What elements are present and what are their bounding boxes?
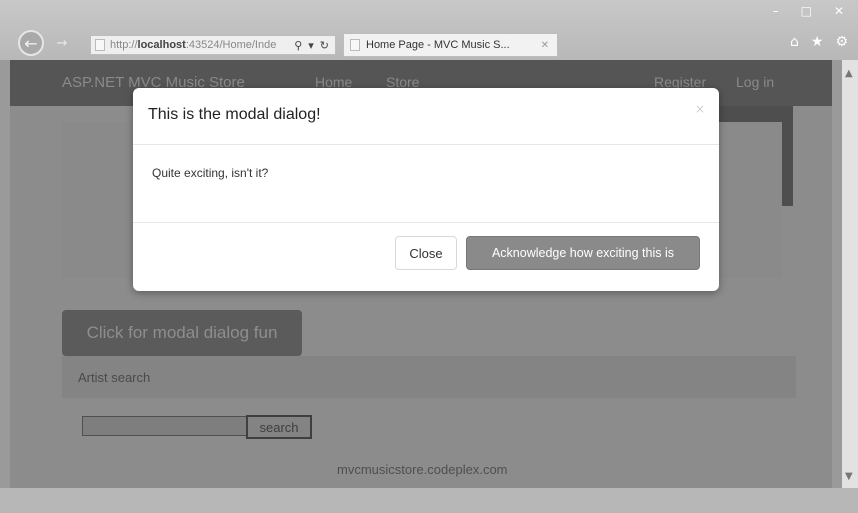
page-icon (95, 39, 105, 51)
search-button[interactable]: search (246, 415, 312, 439)
refresh-icon[interactable]: ↻ (320, 39, 329, 52)
page-icon (350, 39, 360, 51)
artist-search-input[interactable] (82, 416, 250, 436)
home-icon[interactable]: ⌂ (790, 34, 799, 50)
tab-title: Home Page - MVC Music S... (366, 39, 510, 51)
modal-close-icon[interactable]: × (695, 102, 705, 116)
settings-gear-icon[interactable]: ⚙ (835, 34, 848, 50)
modal-body-text: Quite exciting, isn't it? (152, 166, 269, 180)
url-host: localhost (137, 39, 186, 51)
scroll-down-icon[interactable]: ▼ (845, 471, 853, 482)
forward-arrow-icon: → (56, 35, 68, 51)
artist-search-heading: Artist search (78, 370, 151, 385)
modal-dialog-fun-button[interactable]: Click for modal dialog fun (62, 310, 302, 356)
url-prefix: http:// (110, 39, 138, 51)
url-path: :43524/Home/Inde (185, 39, 277, 51)
browser-toolbar-icons: ⌂ ★ ⚙ (790, 34, 848, 50)
acknowledge-button[interactable]: Acknowledge how exciting this is (466, 236, 700, 270)
scrollbar[interactable]: ▲ ▼ (842, 60, 858, 488)
window-controls: – □ ✕ (773, 4, 844, 18)
tab-home-page[interactable]: Home Page - MVC Music S... ✕ (343, 33, 558, 57)
minimize-button[interactable]: – (773, 4, 779, 18)
back-arrow-icon: ← (24, 33, 38, 53)
dropdown-icon[interactable]: ▾ (308, 39, 314, 52)
nav-link-login[interactable]: Log in (736, 74, 774, 90)
address-bar[interactable]: http://localhost:43524/Home/Inde ⚲ ▾ ↻ (90, 35, 336, 55)
modal-dialog: This is the modal dialog! × Quite exciti… (133, 88, 719, 291)
footer-link[interactable]: mvcmusicstore.codeplex.com (337, 462, 508, 477)
modal-close-button[interactable]: Close (395, 236, 457, 270)
url-text[interactable]: http://localhost:43524/Home/Inde (110, 39, 288, 51)
modal-footer-divider (133, 222, 719, 223)
browser-bottom-edge (0, 488, 858, 513)
modal-header-divider (133, 144, 719, 145)
forward-button[interactable]: → (52, 33, 72, 53)
favorites-star-icon[interactable]: ★ (811, 34, 824, 50)
search-icon[interactable]: ⚲ (294, 39, 302, 52)
artist-search-panel: Artist search (62, 356, 796, 398)
modal-title: This is the modal dialog! (148, 106, 321, 123)
scroll-up-icon[interactable]: ▲ (845, 68, 853, 79)
browser-chrome: – □ ✕ ← → http://localhost:43524/Home/In… (0, 0, 858, 60)
tab-close-icon[interactable]: ✕ (533, 40, 557, 51)
close-window-button[interactable]: ✕ (834, 4, 844, 18)
maximize-button[interactable]: □ (801, 4, 812, 18)
address-bar-actions: ⚲ ▾ ↻ (288, 39, 335, 52)
back-button[interactable]: ← (18, 30, 44, 56)
